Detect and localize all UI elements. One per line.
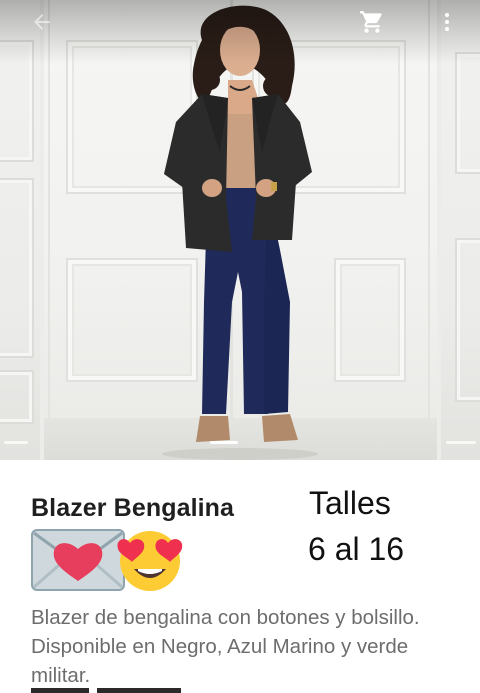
product-title: Blazer Bengalina — [31, 494, 235, 522]
product-detail-screen: Blazer Bengalina Talles 6 al 16 Blazer d… — [0, 0, 480, 693]
cart-button[interactable] — [352, 4, 392, 40]
next-product-image[interactable] — [441, 0, 480, 460]
more-options-button[interactable] — [427, 4, 467, 40]
heart-eyes-emoji — [117, 531, 183, 591]
product-image[interactable] — [44, 0, 437, 460]
indicator-dot-active — [210, 441, 238, 444]
carousel-page-indicator — [0, 441, 480, 447]
back-button[interactable] — [22, 4, 62, 40]
product-description: Blazer de bengalina con botones y bolsil… — [31, 606, 420, 687]
shopping-cart-icon — [360, 11, 382, 33]
sizes-label: Talles — [309, 485, 391, 521]
title-emojis — [31, 529, 183, 591]
indicator-dot — [446, 441, 476, 444]
previous-product-image[interactable] — [0, 0, 40, 460]
model-photo — [162, 5, 318, 460]
more-vertical-icon — [445, 13, 449, 31]
sizes-range: 6 al 16 — [308, 531, 405, 567]
love-letter-emoji — [31, 529, 125, 591]
description-next-line-cutoff — [31, 686, 191, 693]
product-image-carousel[interactable] — [0, 0, 480, 460]
arrow-back-icon — [34, 14, 50, 30]
indicator-dot — [4, 441, 28, 444]
